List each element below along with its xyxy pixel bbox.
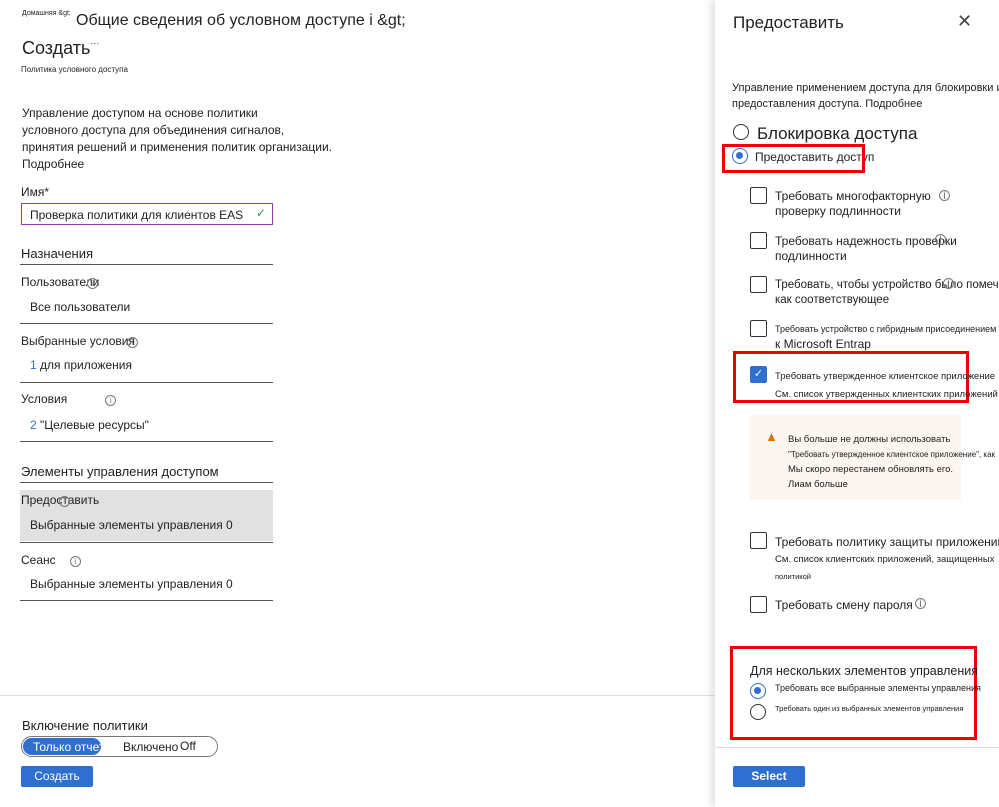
panel-title: Предоставить: [733, 13, 844, 32]
close-icon[interactable]: ✕: [957, 11, 972, 32]
auth-strength-label: Требовать надежность проверки подлинности: [775, 234, 957, 263]
selected-conditions-value[interactable]: 1 для приложения: [30, 358, 132, 372]
require-all-radio[interactable]: [750, 683, 766, 699]
info-icon: i: [943, 277, 954, 289]
mfa-label: Требовать многофакторную проверку подлинн…: [775, 189, 931, 218]
hybrid-joined-label: Требовать устройство с гибридным присоед…: [775, 324, 997, 351]
compliant-device-checkbox[interactable]: [750, 276, 767, 293]
info-icon: i: [935, 233, 946, 245]
learn-more-link[interactable]: Подробнее: [22, 156, 332, 173]
more-icon[interactable]: ···: [90, 38, 99, 48]
check-icon: ✓: [255, 206, 266, 220]
page-title: Создать···: [22, 38, 100, 58]
toggle-off[interactable]: Off: [180, 739, 196, 753]
warning-box: ▲ Вы больше не должны использовать "Требо…: [750, 415, 995, 500]
hybrid-joined-checkbox[interactable]: [750, 320, 767, 337]
mfa-checkbox[interactable]: [750, 187, 767, 204]
description: Управление доступом на основе политики ус…: [22, 106, 332, 173]
panel-description: Управление применением доступа для блоки…: [732, 82, 999, 110]
highlight-box: [730, 646, 977, 740]
password-change-checkbox[interactable]: [750, 596, 767, 613]
conditions-value[interactable]: 2 "Целевые ресурсы": [30, 418, 149, 432]
divider: [715, 747, 999, 748]
select-button[interactable]: Select: [733, 766, 805, 787]
block-access-radio[interactable]: [733, 124, 749, 140]
block-access-label[interactable]: Блокировка доступа: [757, 124, 917, 144]
session-label: Сеанс i: [21, 553, 81, 567]
require-one-label[interactable]: Требовать один из выбранных элементов уп…: [775, 704, 963, 713]
info-icon: i: [127, 337, 138, 348]
info-icon: i: [939, 189, 950, 201]
conditions-label: Условия i: [21, 392, 117, 406]
users-label: Пользователиi: [21, 275, 100, 289]
highlight-box: [722, 144, 865, 173]
info-icon: i: [915, 597, 926, 609]
toggle-on[interactable]: Включено: [123, 740, 178, 754]
info-icon: i: [105, 395, 117, 406]
require-one-radio[interactable]: [750, 704, 766, 720]
app-protection-label: Требовать политику защиты приложений См. …: [775, 535, 999, 581]
name-label: Имя*: [21, 185, 50, 199]
password-change-label: Требовать смену пароля: [775, 598, 913, 612]
toggle-report-only[interactable]: Только отчет: [23, 738, 104, 755]
require-all-label[interactable]: Требовать все выбранные элементы управле…: [775, 683, 981, 693]
multi-controls-label: Для нескольких элементов управления: [750, 664, 978, 678]
learn-more-link[interactable]: Лиам больше: [788, 477, 995, 492]
assignments-heading: Назначения: [21, 246, 94, 261]
name-input[interactable]: Проверка политики для клиентов EAS ✓: [21, 203, 273, 225]
info-icon: i: [69, 556, 81, 567]
warning-icon: ▲: [765, 429, 778, 444]
breadcrumb-current[interactable]: Общие сведения об условном доступе i &gt…: [76, 12, 406, 30]
app-protection-checkbox[interactable]: [750, 532, 767, 549]
create-button[interactable]: Создать: [21, 766, 93, 787]
breadcrumb-home[interactable]: Домашняя &gt;: [22, 10, 71, 17]
access-controls-heading: Элементы управления доступом: [21, 464, 219, 479]
compliant-device-label: Требовать, чтобы устройство было помечен…: [775, 279, 999, 306]
users-value[interactable]: Все пользователи: [30, 300, 130, 314]
session-value[interactable]: Выбранные элементы управления 0: [30, 577, 233, 591]
approved-app-label: Требовать утвержденное клиентское прилож…: [775, 371, 998, 400]
grant-panel: Предоставить ✕ Управление применением до…: [715, 0, 999, 807]
auth-strength-checkbox[interactable]: [750, 232, 767, 249]
selected-conditions-label: Выбранные условияi: [21, 334, 138, 348]
grant-row[interactable]: Предоставитьi Выбранные элементы управле…: [20, 490, 273, 541]
page-subtitle: Политика условного доступа: [21, 65, 128, 74]
enable-policy-label: Включение политики: [22, 718, 148, 733]
policy-toggle[interactable]: Только отчет Включено Off: [21, 736, 218, 757]
approved-app-checkbox[interactable]: ✓: [750, 366, 767, 383]
divider: [0, 695, 715, 696]
